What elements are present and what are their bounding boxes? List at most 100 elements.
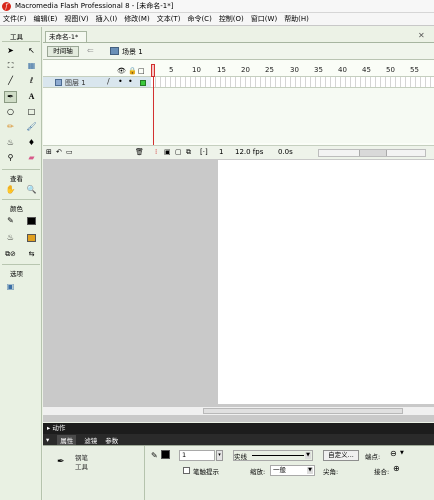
oval-tool-icon[interactable]: ○ <box>4 106 17 118</box>
subselection-tool-icon[interactable]: ↖ <box>25 45 38 57</box>
frame-number: 45 <box>362 66 371 74</box>
fill-color-swatch[interactable] <box>25 232 38 244</box>
menu-text[interactable]: 文本(T) <box>157 14 181 24</box>
tab-properties[interactable]: 属性 <box>57 434 77 445</box>
actions-panel-header[interactable]: ▸ 动作 <box>43 423 434 434</box>
menu-file[interactable]: 文件(F) <box>3 14 27 24</box>
menu-help[interactable]: 帮助(H) <box>284 14 309 24</box>
modify-onion-markers-icon[interactable]: [·] <box>200 148 208 156</box>
stroke-size-slider-arrow[interactable]: ▾ <box>216 450 223 461</box>
scale-select[interactable]: 一般 ▼ <box>270 465 315 476</box>
pencil-tool-icon[interactable]: ✏ <box>4 121 17 133</box>
brush-tool-icon[interactable]: 🖌 <box>25 121 38 133</box>
delete-layer-icon[interactable]: 🗑 <box>135 148 144 156</box>
lock-dot[interactable]: • <box>128 77 133 86</box>
fill-color-icon[interactable]: ♨ <box>4 232 17 244</box>
paint-bucket-tool-icon[interactable]: ♦ <box>25 137 38 149</box>
chevron-down-icon[interactable]: ▼ <box>400 450 404 456</box>
menu-bar: 文件(F) 编辑(E) 视图(V) 插入(I) 修改(M) 文本(T) 命令(C… <box>0 13 434 26</box>
flash-logo-icon: f <box>2 1 11 11</box>
text-tool-icon[interactable]: A <box>25 91 38 103</box>
stage-horizontal-scrollbar[interactable] <box>43 406 434 415</box>
stroke-color-swatch[interactable] <box>161 450 170 459</box>
lasso-tool-icon[interactable]: ℓ <box>25 75 38 87</box>
menu-window[interactable]: 窗口(W) <box>251 14 277 24</box>
endpoint-icon[interactable]: ⊖ <box>390 449 397 458</box>
swap-colors-icon[interactable]: ⧉⊘ <box>4 248 17 260</box>
menu-edit[interactable]: 编辑(E) <box>34 14 58 24</box>
layer-name[interactable]: 图层 1 <box>65 78 86 88</box>
add-motion-guide-icon[interactable]: ↶ <box>56 148 62 156</box>
stage-canvas[interactable] <box>218 160 434 404</box>
scrollbar-thumb[interactable] <box>359 150 387 156</box>
edit-bar: 时间轴 ⇐ 场景 1 <box>43 43 434 60</box>
options-label: 选项 <box>10 270 23 278</box>
layer-row[interactable]: 图层 1 / • • <box>43 77 151 88</box>
stroke-size-input[interactable]: 1 <box>179 450 215 461</box>
stroke-style-select[interactable]: ▼ <box>233 450 313 461</box>
tool-name-line2: 工具 <box>75 463 88 471</box>
scene-label: 场景 1 <box>122 48 143 56</box>
menu-control[interactable]: 控制(O) <box>219 14 244 24</box>
join-style-icon[interactable]: ⊕ <box>393 464 400 473</box>
chevron-down-icon: ▼ <box>305 452 311 459</box>
menu-insert[interactable]: 插入(I) <box>96 14 118 24</box>
insert-layer-icon[interactable]: ⊞ <box>46 148 52 156</box>
edit-multiple-frames-icon[interactable]: ⧉ <box>186 148 191 157</box>
eye-icon[interactable]: 👁 <box>117 67 126 75</box>
stroke-color-icon[interactable]: ✎ <box>4 215 17 227</box>
frame-number: 20 <box>241 66 250 74</box>
stroke-hint-checkbox[interactable] <box>183 467 190 474</box>
properties-tab-bar: ▾ 属性 滤镜 参数 <box>43 434 434 445</box>
document-tab[interactable]: 未命名-1* <box>45 31 87 42</box>
stroke-hint-label: 笔触提示 <box>193 468 219 476</box>
stroke-color-swatch[interactable] <box>25 215 38 227</box>
rectangle-tool-icon[interactable]: □ <box>25 106 38 118</box>
ink-bottle-tool-icon[interactable]: ♨ <box>4 137 17 149</box>
tools-title: 工具 <box>10 33 23 41</box>
default-colors-icon[interactable]: ⇆ <box>25 248 38 260</box>
frames-grid[interactable] <box>151 77 434 88</box>
custom-stroke-button[interactable]: 自定义... <box>323 450 359 461</box>
back-arrow-icon[interactable]: ⇐ <box>87 46 94 55</box>
menu-modify[interactable]: 修改(M) <box>124 14 150 24</box>
fill-transform-tool-icon[interactable]: ▦ <box>25 60 38 72</box>
pen-tool-icon[interactable]: ✒ <box>4 91 17 103</box>
close-icon[interactable]: ✕ <box>418 31 425 40</box>
onion-skin-icon[interactable]: ▣ <box>164 148 171 156</box>
line-tool-icon[interactable]: ╱ <box>4 75 17 87</box>
frames-empty-area <box>151 88 434 143</box>
onion-skin-outlines-icon[interactable]: ▢ <box>175 148 182 156</box>
timeline-scrollbar[interactable] <box>318 149 426 157</box>
eyedropper-tool-icon[interactable]: ⚲ <box>4 152 17 164</box>
playhead-line <box>153 77 154 146</box>
frame-rate[interactable]: 12.0 fps <box>235 148 263 156</box>
lock-icon[interactable]: 🔒 <box>128 67 137 75</box>
outline-icon[interactable]: □ <box>138 67 145 75</box>
center-frame-icon[interactable]: ⁞ <box>155 148 157 156</box>
playhead[interactable] <box>151 64 155 146</box>
insert-folder-icon[interactable]: ▭ <box>66 148 73 156</box>
visibility-dot[interactable]: • <box>118 77 123 86</box>
free-transform-tool-icon[interactable]: ⛶ <box>4 60 17 72</box>
selection-tool-icon[interactable]: ➤ <box>4 45 17 57</box>
menu-view[interactable]: 视图(V) <box>64 14 88 24</box>
chevron-down-icon: ▼ <box>307 467 313 474</box>
solid-line-preview <box>252 455 304 456</box>
tab-filters[interactable]: 滤镜 <box>84 435 97 445</box>
playhead-marker[interactable] <box>151 64 155 77</box>
frame-number: 55 <box>410 66 419 74</box>
properties-panel: ✒ 钢笔 工具 ✎ 1 ▾ 实线 ▼ 自定义... 端点: ⊖ ▼ 笔触提示 缩放… <box>43 445 434 500</box>
pen-tool-icon: ✒ <box>57 457 65 467</box>
menu-commands[interactable]: 命令(C) <box>187 14 211 24</box>
eraser-tool-icon[interactable]: ▰ <box>25 152 38 164</box>
timeline-toggle-button[interactable]: 时间轴 <box>47 46 79 57</box>
tab-parameters[interactable]: 参数 <box>105 435 118 445</box>
hand-tool-icon[interactable]: ✋ <box>4 184 17 196</box>
snap-to-objects-icon[interactable]: ▣ <box>4 281 17 293</box>
zoom-tool-icon[interactable]: 🔍 <box>25 184 38 196</box>
scrollbar-thumb[interactable] <box>203 408 403 414</box>
elapsed-time: 0.0s <box>278 148 293 156</box>
collapse-arrow-icon[interactable]: ▾ <box>46 436 49 444</box>
outline-color-swatch[interactable] <box>140 80 146 86</box>
